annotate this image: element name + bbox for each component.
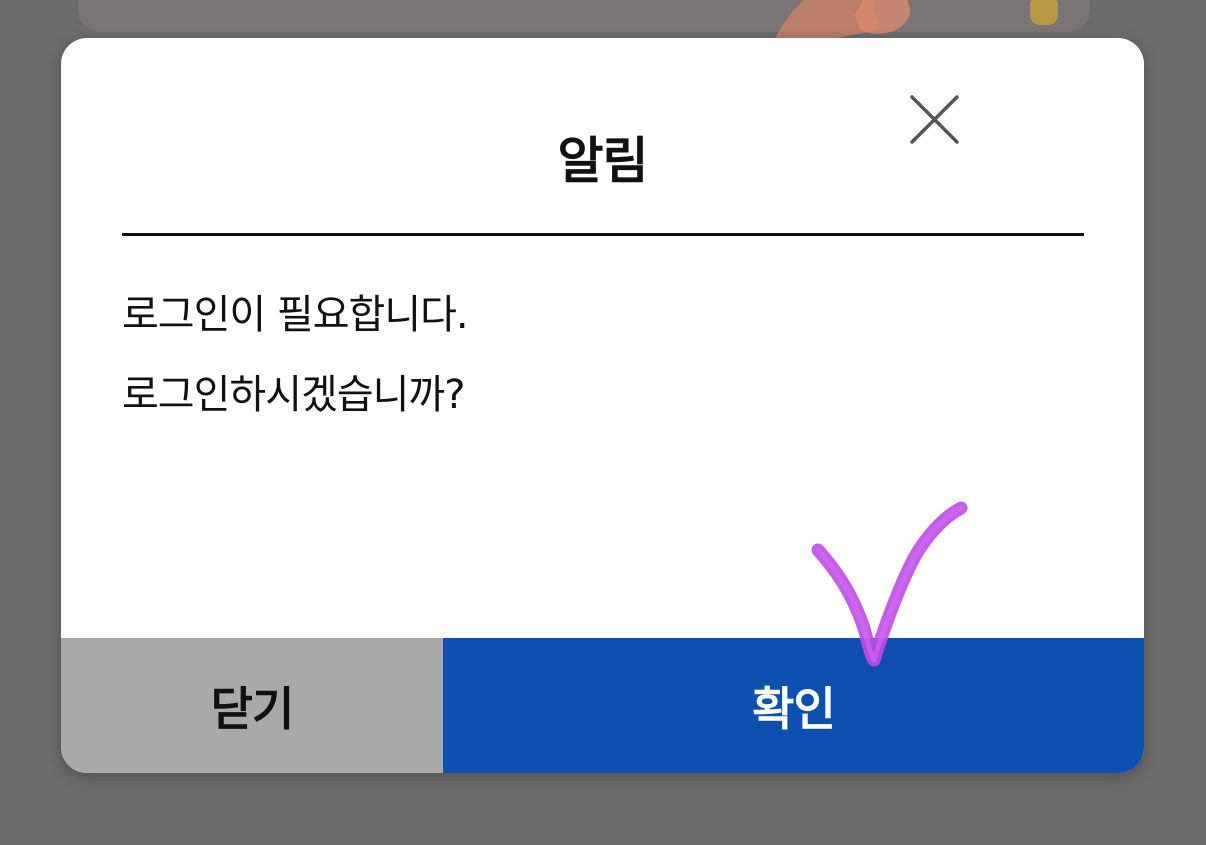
message-line: 로그인하시겠습니까? — [122, 372, 465, 418]
dialog-title: 알림 — [557, 132, 649, 190]
page: 알림 로그인이 필요합니다. 로그인하시겠습니까? 닫기 확인 — [0, 0, 1206, 845]
alert-dialog: 알림 로그인이 필요합니다. 로그인하시겠습니까? 닫기 확인 — [61, 38, 1144, 773]
cancel-button[interactable]: 닫기 — [61, 638, 443, 773]
dialog-buttons: 닫기 확인 — [61, 638, 1144, 773]
message-line: 로그인이 필요합니다. — [122, 292, 469, 338]
close-button[interactable] — [903, 90, 963, 150]
title-divider — [122, 233, 1084, 236]
close-icon — [910, 95, 959, 144]
dialog-message: 로그인이 필요합니다. 로그인하시겠습니까? — [122, 288, 1022, 448]
confirm-button[interactable]: 확인 — [443, 638, 1144, 773]
